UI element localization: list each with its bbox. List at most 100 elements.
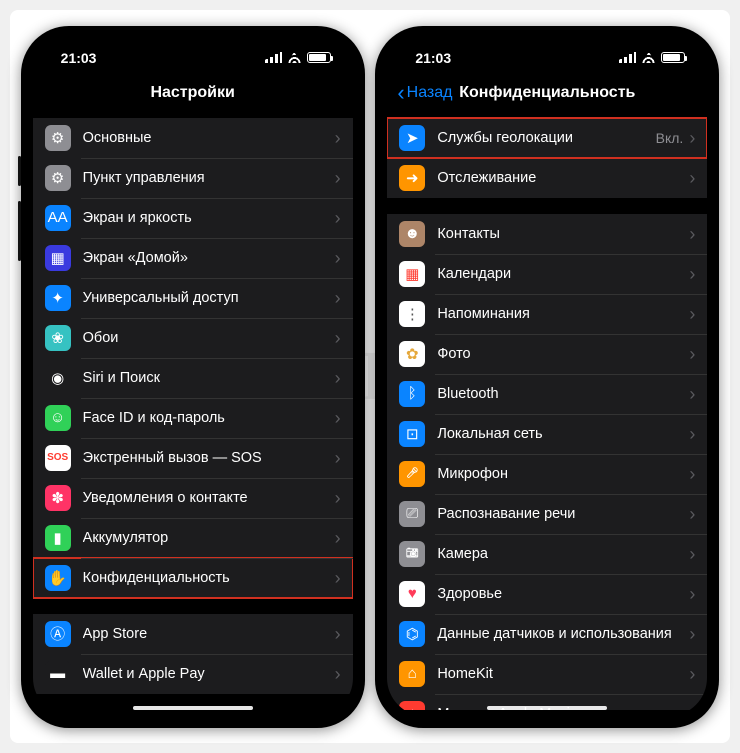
row-label: Календари bbox=[437, 266, 689, 282]
row-label: Face ID и код-пароль bbox=[83, 410, 335, 426]
row-control[interactable]: ⚙Пункт управления› bbox=[33, 158, 353, 198]
back-label: Назад bbox=[407, 84, 453, 102]
row-lan[interactable]: ⊡ Локальная сеть› bbox=[387, 414, 707, 454]
row-exposure[interactable]: ✽Уведомления о контакте› bbox=[33, 478, 353, 518]
photos-icon: ✿ bbox=[399, 341, 425, 367]
row-sos[interactable]: SOSЭкстренный вызов — SOS› bbox=[33, 438, 353, 478]
row-label: Экран «Домой» bbox=[83, 250, 335, 266]
chevron-right-icon: › bbox=[335, 329, 341, 347]
row-general[interactable]: ⚙ Основные› bbox=[33, 118, 353, 158]
chevron-right-icon: › bbox=[689, 305, 695, 323]
row-location[interactable]: ➤Службы геолокацииВкл.› bbox=[387, 118, 707, 158]
phone-right: 21:03 ‹ Назад Конфиденциальность ➤ Службы… bbox=[375, 26, 719, 728]
contacts-icon: ☻ bbox=[399, 221, 425, 247]
row-privacy[interactable]: ✋Конфиденциальность› bbox=[33, 558, 353, 598]
row-photos[interactable]: ✿Фото› bbox=[387, 334, 707, 374]
row-label: Обои bbox=[83, 330, 335, 346]
home-indicator[interactable] bbox=[133, 706, 253, 710]
row-label: Данные датчиков и использования bbox=[437, 626, 689, 642]
chevron-right-icon: › bbox=[689, 385, 695, 403]
chevron-right-icon: › bbox=[689, 129, 695, 147]
chevron-right-icon: › bbox=[689, 169, 695, 187]
chevron-right-icon: › bbox=[689, 345, 695, 363]
page-title: Конфиденциальность bbox=[459, 84, 635, 101]
chevron-right-icon: › bbox=[335, 449, 341, 467]
row-tracking[interactable]: ➜Отслеживание› bbox=[387, 158, 707, 198]
row-label: Универсальный доступ bbox=[83, 290, 335, 306]
row-appstore[interactable]: Ⓐ App Store› bbox=[33, 614, 353, 654]
battery-icon bbox=[307, 52, 331, 63]
status-time: 21:03 bbox=[415, 50, 451, 66]
row-label: Камера bbox=[437, 546, 689, 562]
row-speech[interactable]: ⎚Распознавание речи› bbox=[387, 494, 707, 534]
notch bbox=[467, 38, 627, 62]
row-sensors[interactable]: ⌬Данные датчиков и использования› bbox=[387, 614, 707, 654]
battery-icon: ▮ bbox=[45, 525, 71, 551]
row-label: Экран и яркость bbox=[83, 210, 335, 226]
lan-icon: ⊡ bbox=[399, 421, 425, 447]
camera-icon: 📷︎ bbox=[399, 541, 425, 567]
row-label: Экстренный вызов — SOS bbox=[83, 450, 335, 466]
settings-list[interactable]: ⚙Основные›⚙Пункт управления›AAЭкран и яр… bbox=[33, 112, 353, 710]
row-label: HomeKit bbox=[437, 666, 689, 682]
siri-icon: ◉ bbox=[45, 365, 71, 391]
row-label: Службы геолокации bbox=[437, 130, 655, 146]
chevron-right-icon: › bbox=[335, 529, 341, 547]
tracking-icon: ➜ bbox=[399, 165, 425, 191]
row-bluetooth[interactable]: ᛒ Bluetooth› bbox=[387, 374, 707, 414]
row-contacts[interactable]: ☻Контакты› bbox=[387, 214, 707, 254]
row-label: Bluetooth bbox=[437, 386, 689, 402]
row-microphone[interactable]: 🎤︎Микрофон› bbox=[387, 454, 707, 494]
notch bbox=[113, 38, 273, 62]
appstore-icon: Ⓐ bbox=[45, 621, 71, 647]
row-wallpaper[interactable]: ❀ Обои› bbox=[33, 318, 353, 358]
row-label: Конфиденциальность bbox=[83, 570, 335, 586]
gear-icon: ⚙ bbox=[45, 125, 71, 151]
flower-icon: ❀ bbox=[45, 325, 71, 351]
row-label: App Store bbox=[83, 626, 335, 642]
row-label: Уведомления о контакте bbox=[83, 490, 335, 506]
chevron-right-icon: › bbox=[689, 505, 695, 523]
wallet-icon: ▬ bbox=[45, 661, 71, 687]
row-camera[interactable]: 📷︎Камера› bbox=[387, 534, 707, 574]
text-size-icon: AA bbox=[45, 205, 71, 231]
back-button[interactable]: ‹ Назад bbox=[397, 82, 452, 104]
chevron-right-icon: › bbox=[689, 265, 695, 283]
chevron-right-icon: › bbox=[335, 625, 341, 643]
row-display[interactable]: AA Экран и яркость› bbox=[33, 198, 353, 238]
chevron-right-icon: › bbox=[689, 425, 695, 443]
wifi-icon bbox=[287, 52, 302, 63]
row-wallet[interactable]: ▬Wallet и Apple Pay› bbox=[33, 654, 353, 694]
row-label: Локальная сеть bbox=[437, 426, 689, 442]
bluetooth-icon: ᛒ bbox=[399, 381, 425, 407]
battery-icon bbox=[661, 52, 685, 63]
location-icon: ➤ bbox=[399, 125, 425, 151]
chevron-left-icon: ‹ bbox=[397, 82, 404, 104]
row-homekit[interactable]: ⌂HomeKit› bbox=[387, 654, 707, 694]
mic-icon: 🎤︎ bbox=[399, 461, 425, 487]
person-icon: ✦ bbox=[45, 285, 71, 311]
row-accessibility[interactable]: ✦Универсальный доступ› bbox=[33, 278, 353, 318]
row-faceid[interactable]: ☺Face ID и код-пароль› bbox=[33, 398, 353, 438]
row-battery[interactable]: ▮Аккумулятор› bbox=[33, 518, 353, 558]
chevron-right-icon: › bbox=[335, 489, 341, 507]
privacy-list[interactable]: ➤Службы геолокацииВкл.›➜Отслеживание›☻Ко… bbox=[387, 112, 707, 710]
row-calendar[interactable]: ▦Календари› bbox=[387, 254, 707, 294]
chevron-right-icon: › bbox=[335, 209, 341, 227]
row-label: Основные bbox=[83, 130, 335, 146]
home-indicator[interactable] bbox=[487, 706, 607, 710]
row-label: Микрофон bbox=[437, 466, 689, 482]
grid-icon: ▦ bbox=[45, 245, 71, 271]
chevron-right-icon: › bbox=[335, 409, 341, 427]
chevron-right-icon: › bbox=[335, 249, 341, 267]
nav-bar: Настройки bbox=[33, 78, 353, 112]
reminders-icon: ⋮ bbox=[399, 301, 425, 327]
chevron-right-icon: › bbox=[689, 665, 695, 683]
chevron-right-icon: › bbox=[335, 129, 341, 147]
row-homescreen[interactable]: ▦ Экран «Домой»› bbox=[33, 238, 353, 278]
row-siri[interactable]: ◉Siri и Поиск› bbox=[33, 358, 353, 398]
page-title: Настройки bbox=[150, 84, 234, 101]
chevron-right-icon: › bbox=[689, 585, 695, 603]
row-health[interactable]: ♥Здоровье› bbox=[387, 574, 707, 614]
row-reminders[interactable]: ⋮Напоминания› bbox=[387, 294, 707, 334]
